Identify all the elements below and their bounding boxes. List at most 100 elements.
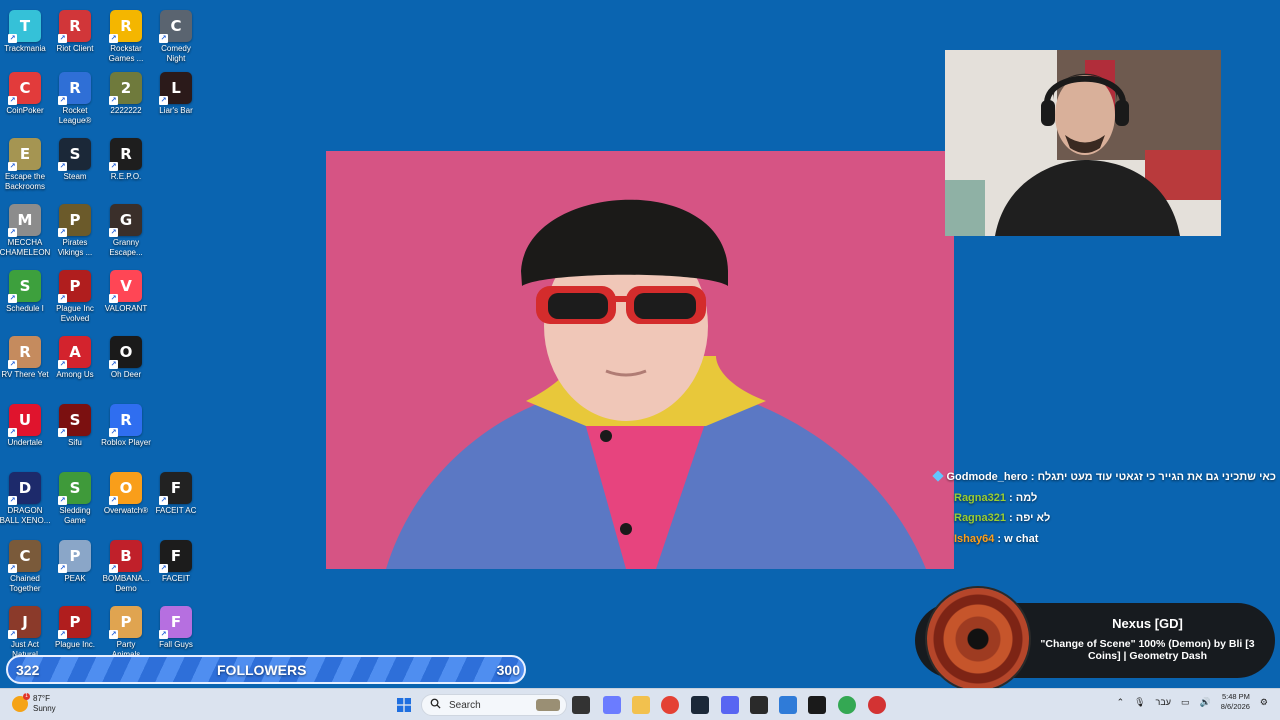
weather-widget[interactable]: 1 87°F Sunny xyxy=(12,693,56,714)
coinpoker-icon: C ↗ xyxy=(8,72,41,105)
desktop-icon-label: Plague Inc Evolved xyxy=(56,304,94,323)
desktop-icon-coinpoker[interactable]: C ↗ CoinPoker xyxy=(0,72,53,116)
shortcut-arrow-icon: ↗ xyxy=(109,630,118,639)
desktop-icon-party-animals[interactable]: P↗Party Animals xyxy=(98,606,154,660)
desktop-icon-chained-together[interactable]: C ↗ Chained Together xyxy=(0,540,53,594)
epic-games-icon[interactable] xyxy=(750,696,768,714)
desktop-icon-trackmania[interactable]: T ↗ Trackmania xyxy=(0,10,53,54)
desktop-icon-label: PEAK xyxy=(64,574,86,583)
pirates-vikings-icon: P ↗ xyxy=(58,204,91,237)
rv-there-yet-icon: R ↗ xyxy=(8,336,41,369)
snipping-tool-icon[interactable] xyxy=(779,696,797,714)
desktop-icon-label: Undertale xyxy=(7,438,43,447)
chat-username: Ragna321 xyxy=(954,491,1006,504)
desktop-icon-faceit[interactable]: F ↗ FACEIT xyxy=(148,540,204,584)
desktop-icon-game-2222222[interactable]: 2 ↗ 2222222 xyxy=(98,72,154,116)
desktop-icon-label: VALORANT xyxy=(104,304,148,313)
desktop-icon-label: Escape the Backrooms xyxy=(4,172,46,191)
desktop-icon-among-us[interactable]: A ↗ Among Us xyxy=(47,336,103,380)
discord-icon[interactable] xyxy=(721,696,739,714)
chat-separator: : xyxy=(994,532,1005,545)
desktop-icon-just-act-natural[interactable]: J↗Just Act Natural xyxy=(0,606,53,660)
desktop-icon-label: R.E.P.O. xyxy=(110,172,142,181)
desktop-icon-sifu[interactable]: S ↗ Sifu xyxy=(47,404,103,448)
desktop-icon-peak[interactable]: P ↗ PEAK xyxy=(47,540,103,584)
network-icon[interactable]: ▭ xyxy=(1181,697,1190,708)
red-app-icon[interactable] xyxy=(868,696,886,714)
desktop-icon-microphone[interactable]: C ↗ Comedy Night xyxy=(148,10,204,64)
meccha-chameleon-icon: M ↗ xyxy=(8,204,41,237)
chevron-up-icon[interactable]: ⌃ xyxy=(1117,697,1125,708)
shortcut-arrow-icon: ↗ xyxy=(109,162,118,171)
rockstar-icon: R ↗ xyxy=(109,10,142,43)
desktop-icon-valorant[interactable]: V ↗ VALORANT xyxy=(98,270,154,314)
desktop-icon-rocket-league[interactable]: R ↗ Rocket League® xyxy=(47,72,103,126)
sun-icon: 1 xyxy=(12,693,30,712)
shortcut-arrow-icon: ↗ xyxy=(109,428,118,437)
desktop-icon-label: Rockstar Games ... xyxy=(108,44,144,63)
desktop-icon-granny-escape[interactable]: G ↗ Granny Escape... xyxy=(98,204,154,258)
chrome-icon[interactable] xyxy=(661,696,679,714)
desktop-icon-escape-backrooms[interactable]: E ↗ Escape the Backrooms xyxy=(0,138,53,192)
notification-bell-icon[interactable]: ⚙ xyxy=(1260,697,1268,708)
desktop-icon-label: Rocket League® xyxy=(58,106,92,125)
shortcut-arrow-icon: ↗ xyxy=(8,496,17,505)
desktop-icon-rv-there-yet[interactable]: R ↗ RV There Yet xyxy=(0,336,53,380)
party-animals-icon: P ↗ xyxy=(109,606,142,639)
chat-username: Ragna321 xyxy=(954,512,1006,524)
obs-icon[interactable] xyxy=(808,696,826,714)
file-explorer-icon[interactable] xyxy=(632,696,650,714)
desktop-icon-repo[interactable]: R ↗ R.E.P.O. xyxy=(98,138,154,182)
chrome-alt-icon[interactable] xyxy=(838,696,856,714)
language-indicator[interactable]: עבר xyxy=(1156,697,1171,707)
desktop-icon-overwatch[interactable]: O ↗ Overwatch® xyxy=(98,472,154,516)
desktop-icon-steam[interactable]: S ↗ Steam xyxy=(47,138,103,182)
desktop-icon-dragon-ball[interactable]: D ↗ DRAGON BALL XENO... xyxy=(0,472,53,526)
windows-start-icon[interactable] xyxy=(395,696,413,714)
chat-text: למה xyxy=(1015,491,1038,504)
taskbar: 1 87°F Sunny Search ⌃ 🎙 עבר ▭ 🔊 5:48 PM … xyxy=(0,688,1280,720)
shortcut-arrow-icon: ↗ xyxy=(8,428,17,437)
desktop-icon-liars-bar[interactable]: L ↗ Liar's Bar xyxy=(148,72,204,116)
desktop-icon-label: 2222222 xyxy=(110,106,142,115)
steam-icon[interactable] xyxy=(691,696,709,714)
dragon-ball-icon: D ↗ xyxy=(8,472,41,505)
bombana-icon: B ↗ xyxy=(109,540,142,573)
microphone-icon[interactable]: 🎙 xyxy=(1134,697,1145,708)
desktop-icon-oh-deer[interactable]: O ↗ Oh Deer xyxy=(98,336,154,380)
desktop-icon-roblox[interactable]: R ↗ Roblox Player xyxy=(98,404,154,448)
shortcut-arrow-icon: ↗ xyxy=(159,564,168,573)
desktop-icon-fall-guys[interactable]: F ↗ Fall Guys xyxy=(148,606,204,650)
desktop-icon-plague-inc[interactable]: P ↗ Plague Inc. xyxy=(47,606,103,650)
weather-temperature: 87°F xyxy=(33,694,50,703)
desktop-icon-rockstar[interactable]: R ↗ Rockstar Games ... xyxy=(98,10,154,64)
chained-together-icon: C ↗ xyxy=(8,540,41,573)
clock[interactable]: 5:48 PM 8/6/2026 xyxy=(1221,692,1250,712)
desktop-icon-heart[interactable]: U ↗ Undertale xyxy=(0,404,53,448)
desktop-icon-label: RV There Yet xyxy=(1,370,49,379)
shortcut-arrow-icon: ↗ xyxy=(109,34,118,43)
desktop-icon-riot-client[interactable]: R ↗ Riot Client xyxy=(47,10,103,54)
faceit-icon: F ↗ xyxy=(159,540,192,573)
desktop-icon-plague-inc-evolved[interactable]: P ↗ Plague Inc Evolved xyxy=(47,270,103,324)
desktop-icon-label: FACEIT AC xyxy=(155,506,197,515)
task-view-icon[interactable] xyxy=(572,696,590,714)
oh-deer-icon: O ↗ xyxy=(109,336,142,369)
taskbar-search[interactable]: Search xyxy=(421,694,567,716)
desktop-icon-schedule-i[interactable]: S ↗ Schedule I xyxy=(0,270,53,314)
shortcut-arrow-icon: ↗ xyxy=(58,496,67,505)
desktop-icon-bombana[interactable]: B ↗ BOMBANA... Demo xyxy=(98,540,154,594)
schedule-i-icon: S ↗ xyxy=(8,270,41,303)
desktop-icon-pirates-vikings[interactable]: P ↗ Pirates Vikings ... xyxy=(47,204,103,258)
desktop-icon-meccha-chameleon[interactable]: M ↗ MECCHA CHAMELEON xyxy=(0,204,53,258)
main-photo xyxy=(326,151,954,569)
desktop-icon-label: Steam xyxy=(63,172,87,181)
microphone-icon: C ↗ xyxy=(159,10,192,43)
roblox-icon: R ↗ xyxy=(109,404,142,437)
volume-icon[interactable]: 🔊 xyxy=(1200,697,1211,708)
shortcut-arrow-icon: ↗ xyxy=(8,162,17,171)
desktop-icon-faceit-ac[interactable]: F ↗ FACEIT AC xyxy=(148,472,204,516)
desktop-icon-frog[interactable]: S ↗ Sledding Game xyxy=(47,472,103,526)
desktop-icon-label: Riot Client xyxy=(56,44,94,53)
copilot-icon[interactable] xyxy=(603,696,621,714)
